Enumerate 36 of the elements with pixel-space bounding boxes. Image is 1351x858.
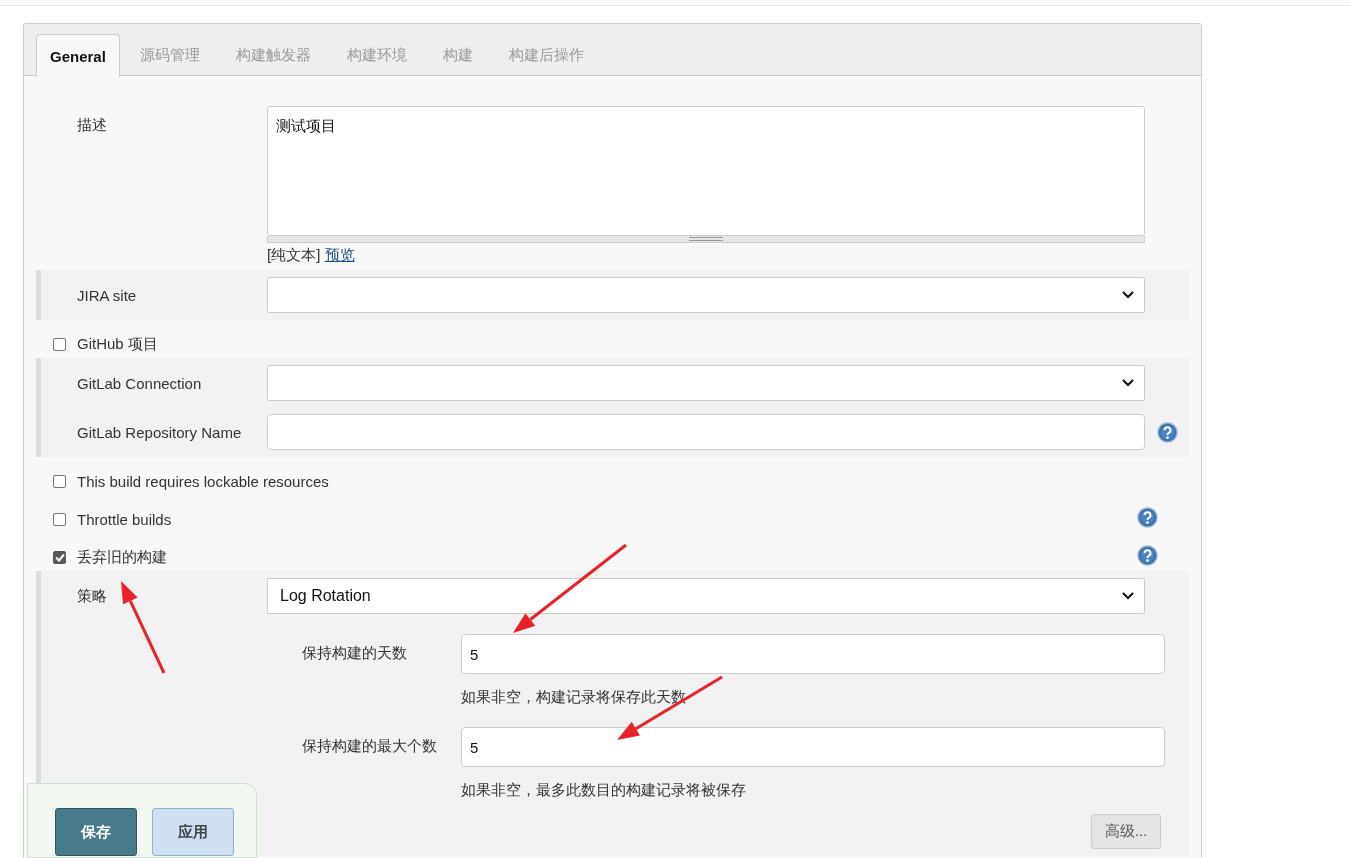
- apply-button[interactable]: 应用: [152, 808, 234, 856]
- caret-icon: [1122, 592, 1134, 600]
- save-button[interactable]: 保存: [55, 808, 137, 856]
- help-icon[interactable]: [1137, 507, 1158, 528]
- help-icon[interactable]: [1157, 421, 1178, 443]
- field-label: 保持构建的最大个数: [302, 736, 438, 756]
- input-field[interactable]: 5: [461, 634, 1165, 674]
- tab[interactable]: General: [36, 34, 120, 77]
- select-field[interactable]: [267, 365, 1145, 401]
- format-note: [纯文本]: [267, 246, 321, 263]
- checkbox-label: Throttle builds: [77, 510, 172, 528]
- field-label: 描述: [77, 115, 108, 135]
- field-label: 策略: [77, 586, 108, 606]
- input-field[interactable]: [267, 414, 1145, 450]
- description-textarea[interactable]: 测试项目: [267, 106, 1145, 236]
- advanced-button[interactable]: 高级...: [1091, 814, 1161, 849]
- help-icon[interactable]: [1137, 545, 1158, 566]
- checkbox[interactable]: [53, 512, 66, 526]
- checkbox[interactable]: [53, 550, 66, 564]
- select-field[interactable]: [267, 277, 1145, 313]
- checkbox-label: 丢弃旧的构建: [77, 547, 167, 565]
- checkbox-label: GitHub 项目: [77, 334, 158, 352]
- field-label: GitLab Repository Name: [77, 423, 243, 441]
- select-field[interactable]: Log Rotation: [267, 578, 1145, 614]
- checkbox[interactable]: [53, 337, 66, 351]
- checkbox-label: This build requires lockable resources: [77, 472, 329, 490]
- caret-icon: [1122, 379, 1134, 387]
- field-label: GitLab Connection: [77, 374, 203, 392]
- caret-icon: [1122, 291, 1134, 299]
- field-label: 保持构建的天数: [302, 643, 408, 663]
- preview-link[interactable]: 预览: [324, 246, 355, 263]
- resize-handle[interactable]: [267, 236, 1145, 243]
- field-label: JIRA site: [77, 286, 138, 304]
- input-field[interactable]: 5: [461, 727, 1165, 767]
- field-hint: 如果非空，最多此数目的构建记录将被保存: [461, 781, 746, 800]
- checkbox[interactable]: [53, 474, 66, 488]
